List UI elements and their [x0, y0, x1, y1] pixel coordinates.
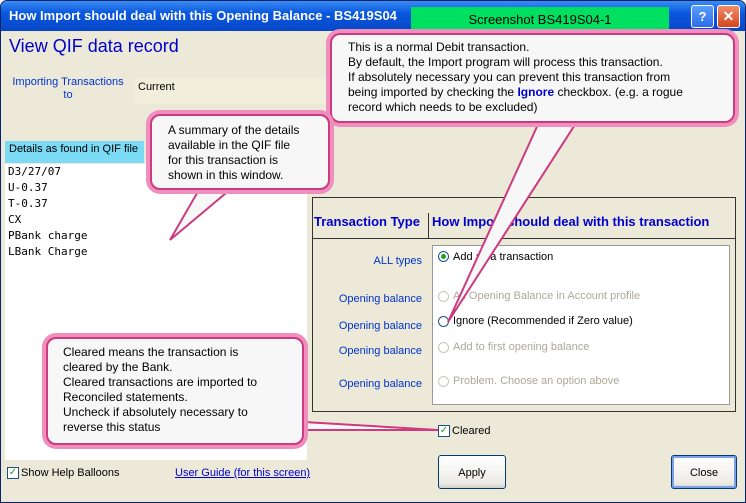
- row-type-all: ALL types: [373, 255, 422, 267]
- option-ignore[interactable]: Ignore (Recommended if Zero value): [453, 315, 633, 327]
- balloon-text: Cleared means the transaction is: [63, 345, 239, 359]
- summary-help-balloon: A summary of the details available in th…: [150, 114, 330, 190]
- row-type-opening: Opening balance: [338, 293, 422, 305]
- radio-selected-dot: [441, 254, 446, 259]
- row-type-opening: Opening balance: [338, 320, 422, 332]
- cleared-label: Cleared: [452, 425, 491, 437]
- option-opening-balance-profile[interactable]: As Opening Balance in Account profile: [453, 290, 640, 302]
- balloon-text-part: being imported by checking the: [348, 85, 515, 99]
- row-type-opening: Opening balance: [338, 345, 422, 357]
- row-type-opening: Opening balance: [338, 378, 422, 390]
- help-title-button[interactable]: ?: [691, 5, 714, 28]
- importing-label-line2: to: [63, 89, 73, 101]
- balloon-ignore-word: Ignore: [517, 85, 555, 99]
- balloon-text-part: checkbox. (e.g. a rogue: [557, 85, 683, 99]
- close-button[interactable]: Close: [671, 455, 737, 489]
- radio-opening-balance-profile[interactable]: [438, 291, 449, 302]
- balloon-text: cleared by the Bank.: [63, 360, 173, 374]
- cleared-help-balloon: Cleared means the transaction is cleared…: [46, 337, 304, 445]
- radio-add-transaction[interactable]: [438, 251, 449, 262]
- apply-button[interactable]: Apply: [438, 455, 506, 489]
- user-guide-link[interactable]: User Guide (for this screen): [175, 467, 310, 479]
- show-help-checkbox[interactable]: ✓: [7, 467, 19, 479]
- window-title: How Import should deal with this Opening…: [9, 8, 397, 23]
- qif-line: PBank charge: [8, 229, 88, 242]
- header-divider: [428, 213, 429, 238]
- qif-details-label: Details as found in QIF file: [5, 141, 144, 163]
- qif-line: CX: [8, 213, 22, 226]
- option-add-transaction[interactable]: Add as a transaction: [453, 251, 553, 263]
- importing-label-line1: Importing Transactions: [12, 76, 124, 88]
- close-title-button[interactable]: ✕: [717, 5, 740, 28]
- radio-add-first-opening[interactable]: [438, 342, 449, 353]
- balloon-text: Cleared transactions are imported to: [63, 375, 258, 389]
- radio-ignore[interactable]: [438, 316, 449, 327]
- balloon-text: If absolutely necessary you can prevent …: [348, 70, 671, 84]
- transaction-how-header: How Import should deal with this transac…: [432, 214, 710, 229]
- page-title: View QIF data record: [9, 36, 179, 56]
- importing-account-value: Current: [134, 78, 329, 104]
- balloon-text: By default, the Import program will proc…: [348, 55, 663, 69]
- screenshot-badge: Screenshot BS419S04-1: [411, 7, 669, 33]
- option-add-first-opening[interactable]: Add to first opening balance: [453, 341, 589, 353]
- balloon-text: reverse this status: [63, 420, 161, 434]
- qif-line: LBank Charge: [8, 245, 88, 258]
- radio-problem[interactable]: [438, 376, 449, 387]
- qif-line: T-0.37: [8, 197, 48, 210]
- show-help-label: Show Help Balloons: [21, 467, 120, 479]
- debit-help-balloon: This is a normal Debit transaction. By d…: [330, 33, 735, 123]
- balloon-text: shown in this window.: [168, 168, 284, 182]
- balloon-text: A summary of the details: [168, 123, 300, 137]
- balloon-text: This is a normal Debit transaction.: [348, 40, 530, 54]
- option-problem[interactable]: Problem. Choose an option above: [453, 375, 619, 387]
- importing-transactions-label: Importing Transactions to: [7, 76, 129, 102]
- balloon-text: Uncheck if absolutely necessary to: [63, 405, 248, 419]
- balloon-text: available in the QIF file: [168, 138, 291, 152]
- transaction-type-header: Transaction Type: [314, 214, 420, 229]
- cleared-checkbox[interactable]: ✓: [438, 425, 450, 437]
- balloon-text: record which needs to be excluded): [348, 100, 538, 114]
- balloon-text: for this transaction is: [168, 153, 279, 167]
- balloon-text: Reconciled statements.: [63, 390, 188, 404]
- header-rule: [312, 238, 736, 239]
- balloon-text: being imported by checking the Ignore ch…: [348, 85, 717, 100]
